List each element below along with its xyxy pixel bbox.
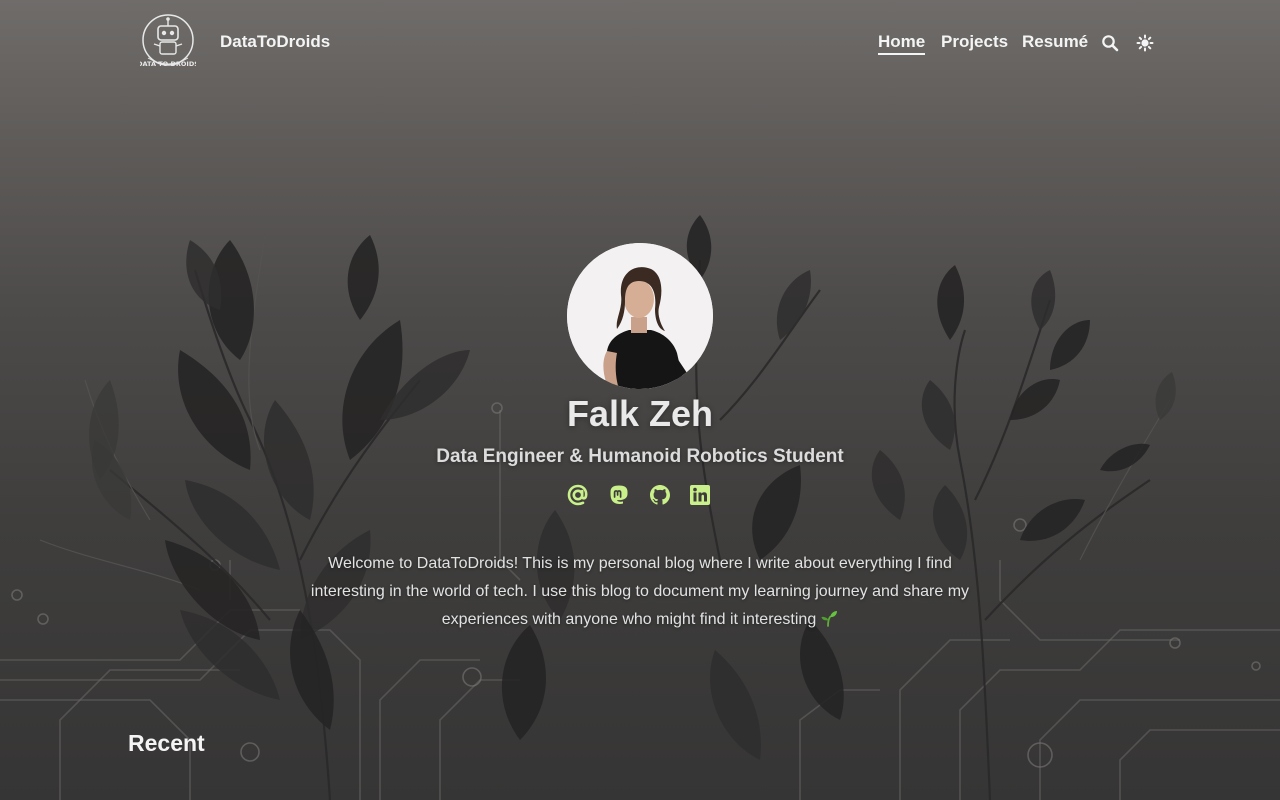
nav-resume[interactable]: Resumé bbox=[1022, 32, 1088, 52]
intro-text: Welcome to DataToDroids! This is my pers… bbox=[310, 555, 970, 628]
recent-heading: Recent bbox=[128, 730, 205, 756]
main-nav: Home Projects Resumé bbox=[0, 30, 1280, 60]
social-links bbox=[566, 483, 716, 509]
sprout-icon bbox=[820, 609, 838, 627]
profile-name: Falk Zeh bbox=[566, 393, 714, 434]
profile-subtitle: Data Engineer & Humanoid Robotics Studen… bbox=[436, 446, 844, 467]
intro-text-block: Welcome to DataToDroids! This is my pers… bbox=[300, 550, 980, 634]
nav-home[interactable]: Home bbox=[878, 32, 926, 55]
mastodon-icon[interactable] bbox=[607, 483, 631, 507]
theme-toggle-icon[interactable] bbox=[1136, 34, 1154, 52]
logo-text: DATA TO DROIDS bbox=[140, 60, 196, 68]
linkedin-icon[interactable] bbox=[688, 483, 712, 507]
site-header: DATA TO DROIDS DataToDroids Home Project… bbox=[0, 0, 1280, 84]
avatar bbox=[567, 243, 713, 389]
github-icon[interactable] bbox=[648, 483, 672, 507]
search-icon[interactable] bbox=[1101, 34, 1119, 52]
email-icon[interactable] bbox=[566, 483, 590, 507]
nav-projects[interactable]: Projects bbox=[941, 32, 1008, 52]
